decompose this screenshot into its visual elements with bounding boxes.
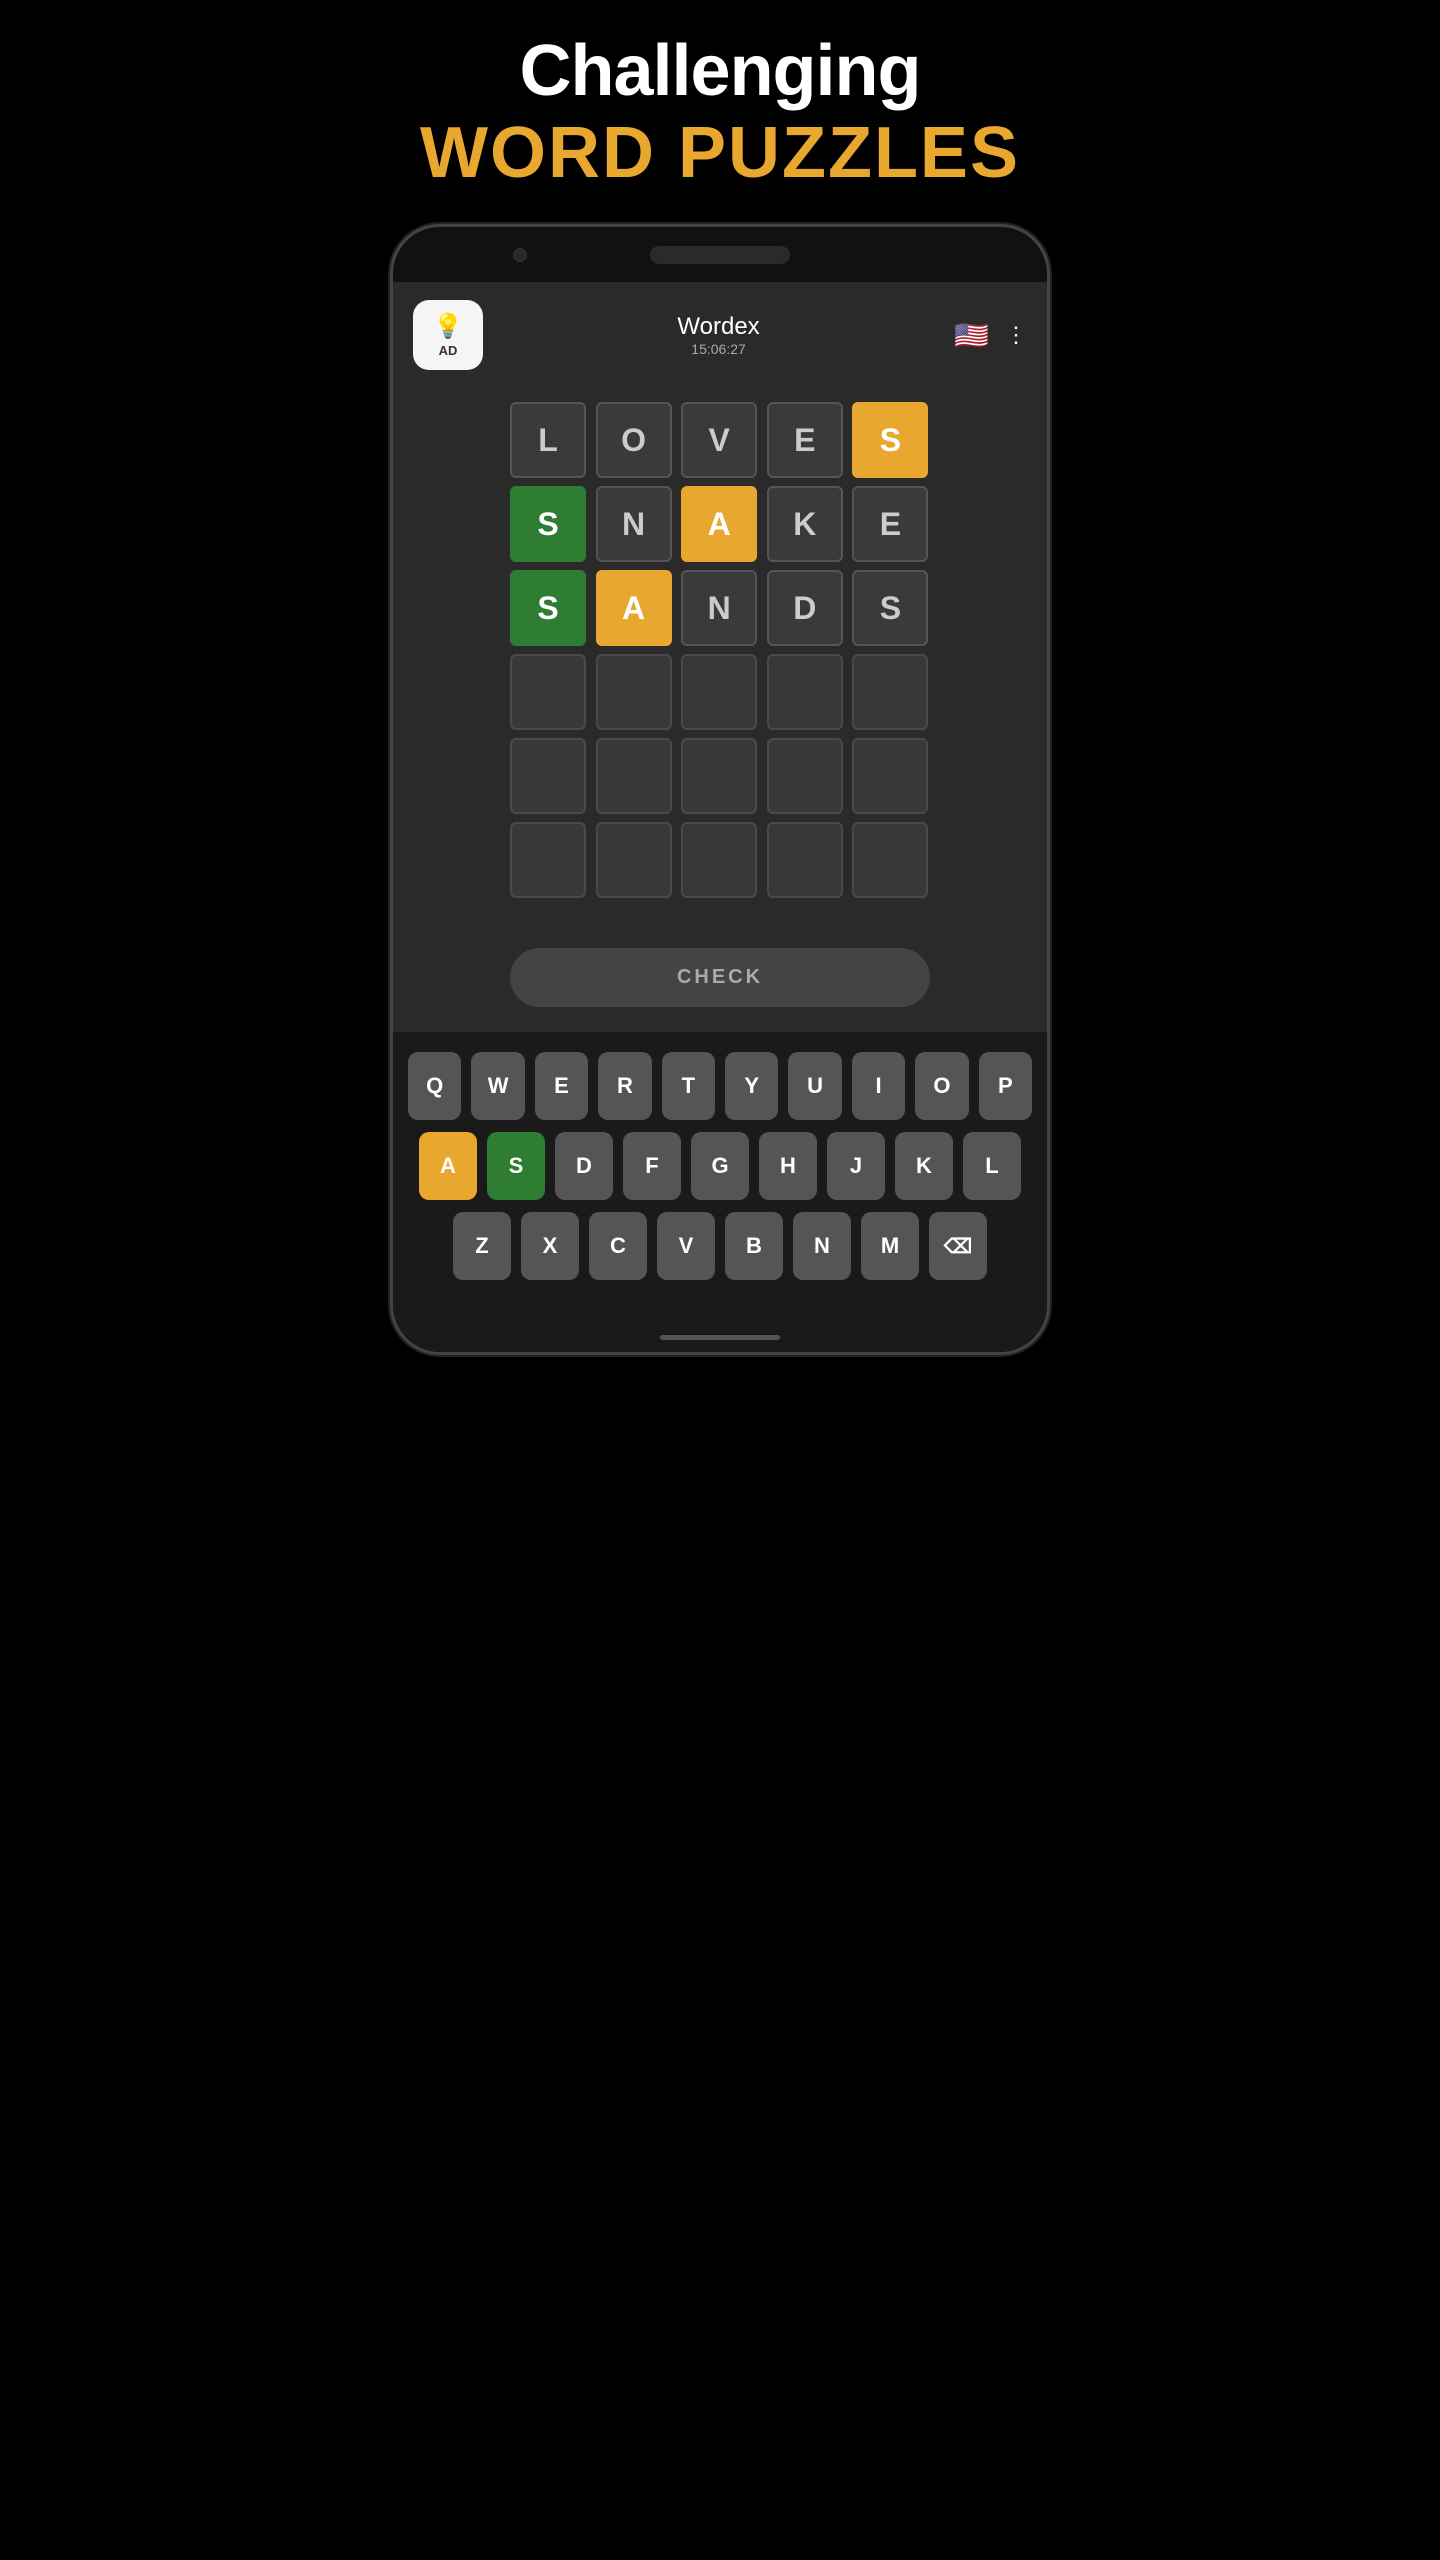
key-Q[interactable]: Q <box>408 1052 461 1120</box>
word-grid: LOVESSNAKESANDS <box>510 402 930 898</box>
app-title: Wordex <box>677 313 759 341</box>
grid-cell-r5c3 <box>767 822 843 898</box>
key-C[interactable]: C <box>589 1212 647 1280</box>
grid-cell-r0c4: S <box>852 402 928 478</box>
grid-cell-r1c4: E <box>852 486 928 562</box>
app-timer: 15:06:27 <box>677 341 759 357</box>
grid-cell-r0c1: O <box>596 402 672 478</box>
grid-cell-r3c1 <box>596 654 672 730</box>
key-N[interactable]: N <box>793 1212 851 1280</box>
more-options-icon[interactable]: ⋮ <box>1005 322 1027 348</box>
grid-cell-r4c3 <box>767 738 843 814</box>
page-wrapper: Challenging WORD PUZZLES 💡 AD Wordex 15:… <box>310 0 1130 1395</box>
grid-cell-r4c4 <box>852 738 928 814</box>
key-K[interactable]: K <box>895 1132 953 1200</box>
key-P[interactable]: P <box>979 1052 1032 1120</box>
grid-cell-r2c0: S <box>510 570 586 646</box>
keyboard-row-1: ASDFGHJKL <box>408 1132 1032 1200</box>
phone-frame: 💡 AD Wordex 15:06:27 🇺🇸 ⋮ LOVESSNAKESAND… <box>390 224 1050 1355</box>
key-T[interactable]: T <box>662 1052 715 1120</box>
check-section: CHECK <box>393 928 1047 1032</box>
grid-cell-r1c2: A <box>681 486 757 562</box>
grid-cell-r1c0: S <box>510 486 586 562</box>
grid-cell-r0c3: E <box>767 402 843 478</box>
grid-cell-r3c3 <box>767 654 843 730</box>
headline-word-puzzles: WORD PUZZLES <box>420 112 1020 194</box>
key-I[interactable]: I <box>852 1052 905 1120</box>
grid-cell-r0c2: V <box>681 402 757 478</box>
key-G[interactable]: G <box>691 1132 749 1200</box>
key-Y[interactable]: Y <box>725 1052 778 1120</box>
flag-icon: 🇺🇸 <box>954 319 989 352</box>
phone-bottom-bar <box>393 1322 1047 1352</box>
phone-side-button <box>1048 347 1050 397</box>
key-U[interactable]: U <box>788 1052 841 1120</box>
key-H[interactable]: H <box>759 1132 817 1200</box>
key-E[interactable]: E <box>535 1052 588 1120</box>
grid-cell-r1c1: N <box>596 486 672 562</box>
grid-cell-r5c4 <box>852 822 928 898</box>
key-Z[interactable]: Z <box>453 1212 511 1280</box>
grid-cell-r0c0: L <box>510 402 586 478</box>
key-L[interactable]: L <box>963 1132 1021 1200</box>
key-V[interactable]: V <box>657 1212 715 1280</box>
key-D[interactable]: D <box>555 1132 613 1200</box>
key-O[interactable]: O <box>915 1052 968 1120</box>
grid-cell-r4c0 <box>510 738 586 814</box>
grid-cell-r1c3: K <box>767 486 843 562</box>
key-X[interactable]: X <box>521 1212 579 1280</box>
headline-challenging: Challenging <box>520 30 921 112</box>
key-R[interactable]: R <box>598 1052 651 1120</box>
phone-camera <box>513 248 527 262</box>
grid-cell-r3c2 <box>681 654 757 730</box>
lightbulb-icon: 💡 <box>433 312 463 341</box>
grid-cell-r4c2 <box>681 738 757 814</box>
grid-cell-r5c1 <box>596 822 672 898</box>
keyboard-row-0: QWERTYUIOP <box>408 1052 1032 1120</box>
backspace-key[interactable]: ⌫ <box>929 1212 987 1280</box>
grid-cell-r2c2: N <box>681 570 757 646</box>
key-J[interactable]: J <box>827 1132 885 1200</box>
key-F[interactable]: F <box>623 1132 681 1200</box>
key-S[interactable]: S <box>487 1132 545 1200</box>
check-button[interactable]: CHECK <box>510 948 930 1007</box>
app-header: 💡 AD Wordex 15:06:27 🇺🇸 ⋮ <box>393 282 1047 382</box>
header-icons: 🇺🇸 ⋮ <box>954 319 1027 352</box>
grid-cell-r4c1 <box>596 738 672 814</box>
grid-cell-r2c3: D <box>767 570 843 646</box>
home-indicator <box>660 1335 780 1340</box>
phone-top-bar <box>393 227 1047 282</box>
key-B[interactable]: B <box>725 1212 783 1280</box>
game-area: LOVESSNAKESANDS <box>393 382 1047 928</box>
ad-badge[interactable]: 💡 AD <box>413 300 483 370</box>
key-A[interactable]: A <box>419 1132 477 1200</box>
keyboard: QWERTYUIOP ASDFGHJKL ZXCVBNM⌫ <box>393 1032 1047 1322</box>
app-title-area: Wordex 15:06:27 <box>677 313 759 357</box>
grid-cell-r5c0 <box>510 822 586 898</box>
phone-speaker <box>650 246 790 264</box>
keyboard-row-2: ZXCVBNM⌫ <box>408 1212 1032 1280</box>
grid-cell-r3c4 <box>852 654 928 730</box>
key-W[interactable]: W <box>471 1052 524 1120</box>
key-M[interactable]: M <box>861 1212 919 1280</box>
grid-cell-r5c2 <box>681 822 757 898</box>
grid-cell-r2c1: A <box>596 570 672 646</box>
ad-label: AD <box>439 343 458 358</box>
grid-cell-r2c4: S <box>852 570 928 646</box>
grid-cell-r3c0 <box>510 654 586 730</box>
